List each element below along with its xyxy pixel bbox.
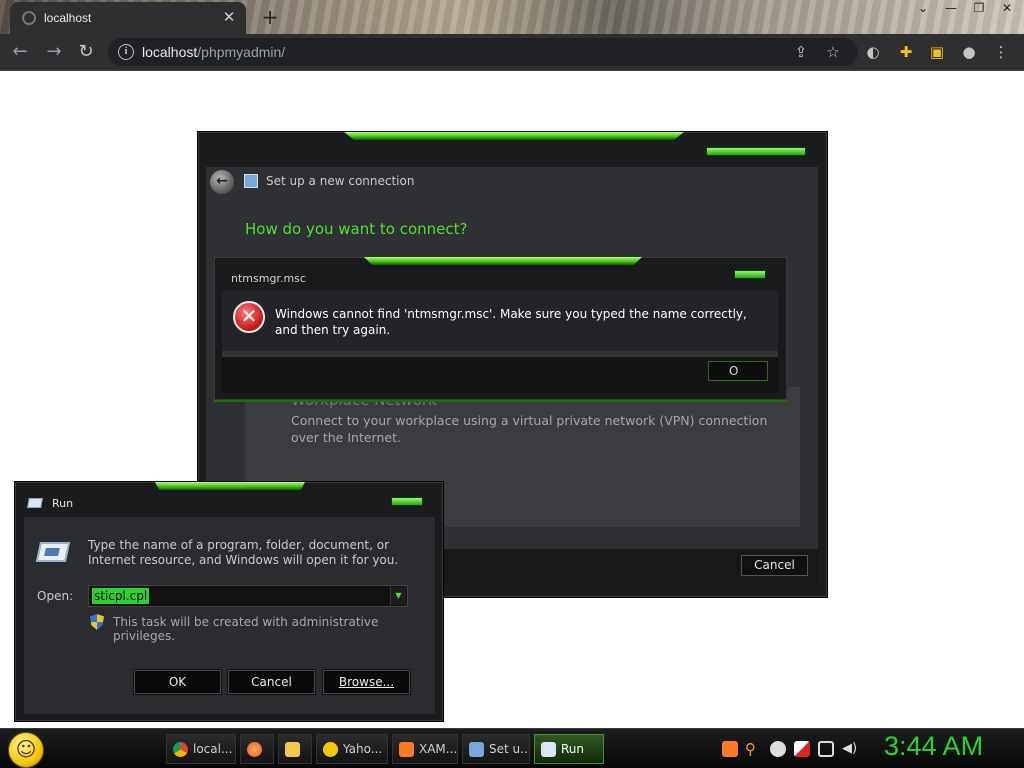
forward-arrow-icon[interactable]: → <box>42 40 66 64</box>
yahoo-messenger-icon <box>323 742 338 757</box>
dropdown-arrow-icon[interactable]: ▼ <box>390 587 406 605</box>
url-text: localhost/phpmyadmin/ <box>142 44 286 60</box>
close-window-icon[interactable]: ✕ <box>998 1 1016 15</box>
setup-cancel-button[interactable]: Cancel <box>741 555 808 576</box>
run-title-glow <box>155 482 305 490</box>
option-description: Connect to your workplace using a virtua… <box>291 413 768 445</box>
new-tab-button[interactable]: + <box>258 5 282 29</box>
network-icon <box>244 174 258 188</box>
error-dialog: ntmsmgr.msc ✕ Windows cannot find 'ntmsm… <box>213 256 788 402</box>
taskbar-item-folder[interactable] <box>278 734 312 764</box>
taskbar-item-xampp[interactable]: XAM... <box>392 734 458 764</box>
error-message: Windows cannot find 'ntmsmgr.msc'. Make … <box>275 307 747 337</box>
tray-xampp-icon[interactable] <box>722 741 738 757</box>
xampp-icon <box>399 742 414 757</box>
taskbar-item-yahoo[interactable]: Yaho... <box>316 734 388 764</box>
admin-note: This task will be created with administr… <box>113 615 379 643</box>
tab-favicon-icon <box>22 11 36 25</box>
taskbar-item-setup[interactable]: Set u... <box>462 734 530 764</box>
run-ok-button[interactable]: OK <box>134 670 221 694</box>
error-close-button[interactable] <box>734 270 766 279</box>
error-title-glow <box>364 257 642 265</box>
minimize-icon[interactable]: — <box>942 1 960 15</box>
run-program-icon <box>35 542 71 562</box>
open-label: Open: <box>37 589 74 603</box>
bookmark-star-icon[interactable]: ☆ <box>822 41 844 63</box>
run-dialog: Run Type the name of a program, folder, … <box>14 481 444 722</box>
error-x-icon: ✕ <box>233 301 265 333</box>
network-setup-icon <box>469 742 484 757</box>
tray-flag-icon[interactable] <box>794 741 810 757</box>
browser-toolbar: ← → ↻ i localhost/phpmyadmin/ ⇪ ☆ ◐ ✚ ▣ … <box>0 34 1024 70</box>
run-description: Type the name of a program, folder, docu… <box>88 538 399 567</box>
extensions-puzzle-icon[interactable]: ✚ <box>895 41 917 63</box>
taskbar-item-run[interactable]: Run <box>534 734 604 764</box>
open-combobox[interactable]: sticpl.cpl ▼ <box>88 585 408 607</box>
title-glow <box>344 132 684 140</box>
error-ok-button[interactable]: O <box>708 361 768 381</box>
start-orb-icon[interactable]: ☺ <box>8 732 44 768</box>
run-browse-button[interactable]: Browse... <box>323 670 410 694</box>
site-info-icon[interactable]: i <box>118 44 134 60</box>
taskbar-item-firefox[interactable] <box>240 734 274 764</box>
run-title-icon <box>27 498 43 508</box>
taskbar-clock[interactable]: 3:44 AM <box>884 731 983 762</box>
tab-title: localhost <box>44 11 92 25</box>
tab-close-icon[interactable]: ✕ <box>220 8 238 26</box>
content-divider <box>0 70 1024 71</box>
run-cancel-button[interactable]: Cancel <box>228 670 315 694</box>
run-title: Run <box>52 497 74 510</box>
taskbar: ☺ local... Yaho... XAM... Set u... Run ⚲… <box>0 728 1024 768</box>
error-caption: ntmsmgr.msc <box>231 272 306 285</box>
reload-icon[interactable]: ↻ <box>74 40 98 64</box>
share-icon[interactable]: ⇪ <box>790 41 812 63</box>
taskbar-item-chrome[interactable]: local... <box>166 734 236 764</box>
error-footer <box>222 357 778 393</box>
setup-heading: How do you want to connect? <box>245 220 468 238</box>
window-caption-buttons[interactable] <box>706 147 806 156</box>
tray-chat-icon[interactable] <box>770 741 786 757</box>
run-close-button[interactable] <box>391 497 423 506</box>
run-icon <box>541 742 556 757</box>
folder-icon <box>285 742 300 757</box>
tray-search-icon[interactable]: ⚲ <box>745 741 761 757</box>
side-panel-icon[interactable]: ▣ <box>926 41 948 63</box>
tray-network-icon[interactable] <box>818 741 834 757</box>
setup-title: Set up a new connection <box>266 174 415 188</box>
address-bar[interactable]: i localhost/phpmyadmin/ ⇪ ☆ <box>108 38 858 66</box>
browser-tab[interactable]: localhost ✕ <box>10 2 246 34</box>
avatar[interactable]: ● <box>958 41 980 63</box>
chrome-icon <box>173 742 188 757</box>
back-button-icon[interactable]: ← <box>210 170 234 194</box>
menu-kebab-icon[interactable]: ⋮ <box>990 41 1012 63</box>
restore-icon[interactable]: ❐ <box>970 1 988 15</box>
firefox-icon <box>247 742 262 757</box>
tab-search-icon[interactable]: ⌄ <box>914 1 932 15</box>
window-controls: ⌄ — ❐ ✕ <box>914 1 1016 15</box>
profile-extension-icon[interactable]: ◐ <box>862 41 884 63</box>
tray-volume-icon[interactable]: ◀) <box>842 741 858 757</box>
back-arrow-icon[interactable]: ← <box>8 40 32 64</box>
open-input-value[interactable]: sticpl.cpl <box>92 588 150 604</box>
